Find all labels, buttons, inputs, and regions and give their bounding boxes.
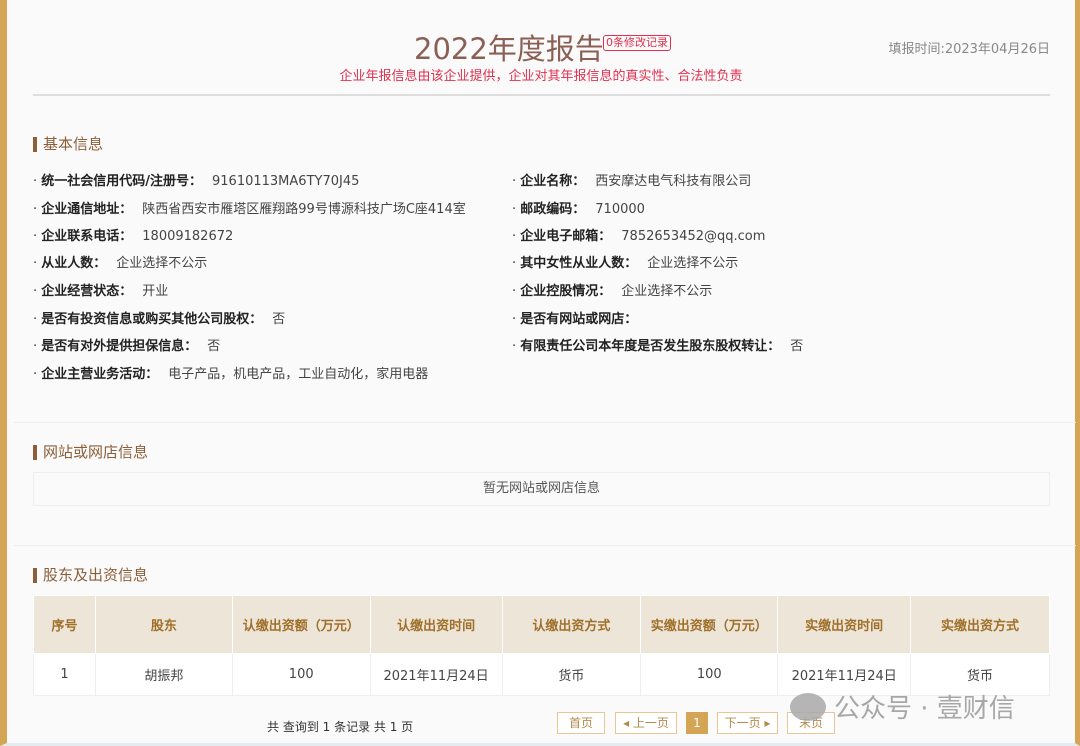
column-header: 认缴出资额（万元） — [231, 595, 371, 654]
column-header: 序号 — [33, 595, 96, 654]
divider — [14, 422, 1076, 423]
column-header: 认缴出资方式 — [501, 595, 642, 654]
info-label: 从业人数： — [41, 256, 107, 271]
info-row: · 统一社会信用代码/注册号： 91610113MA6TY70J45 — [33, 170, 359, 189]
info-value: 电子产品，机电产品，工业自动化，家用电器 — [168, 367, 429, 382]
first-page-button[interactable]: 首页 — [557, 712, 605, 734]
info-label: 其中女性从业人数： — [520, 256, 638, 271]
modification-records-link[interactable]: 0条修改记录 — [603, 35, 671, 51]
info-row: · 从业人数： 企业选择不公示 — [33, 252, 207, 271]
column-header: 实缴出资时间 — [777, 595, 912, 654]
info-value: 91610113MA6TY70J45 — [212, 174, 360, 189]
info-label: 统一社会信用代码/注册号： — [41, 174, 203, 189]
info-row: · 企业通信地址： 陕西省西安市雁塔区雁翔路99号博源科技广场C座414室 — [33, 198, 466, 217]
column-header: 股东 — [94, 595, 233, 654]
info-label: 企业联系电话： — [41, 229, 133, 244]
next-page-button[interactable]: 下一页 ▸ — [717, 712, 778, 734]
info-value: 企业选择不公示 — [116, 256, 208, 271]
table-cell: 100 — [231, 653, 371, 696]
table-cell: 2021年11月24日 — [369, 653, 503, 696]
table-cell: 1 — [33, 653, 96, 696]
info-label: 企业名称： — [520, 174, 586, 189]
info-label: 是否有对外提供担保信息： — [41, 339, 198, 354]
info-value: 开业 — [142, 284, 169, 299]
info-value: 否 — [207, 339, 221, 354]
info-value: 否 — [790, 339, 804, 354]
info-row: · 企业名称： 西安摩达电气科技有限公司 — [512, 170, 751, 189]
info-value: 否 — [272, 312, 286, 327]
info-value: 企业选择不公示 — [647, 256, 739, 271]
info-row: · 其中女性从业人数： 企业选择不公示 — [512, 252, 738, 271]
table-cell: 货币 — [501, 653, 642, 696]
info-label: 邮政编码： — [520, 202, 586, 217]
page-1-button[interactable]: 1 — [686, 712, 708, 734]
info-label: 企业主营业务活动： — [41, 367, 159, 382]
info-value: 企业选择不公示 — [621, 284, 713, 299]
disclaimer-text: 企业年报信息由该企业提供，企业对其年报信息的真实性、合法性负责 — [339, 69, 743, 84]
info-row: · 企业电子邮箱： 7852653452@qq.com — [512, 225, 765, 244]
info-label: 企业经营状态： — [41, 284, 133, 299]
info-label: 企业控股情况： — [520, 284, 612, 299]
info-value: 陕西省西安市雁塔区雁翔路99号博源科技广场C座414室 — [142, 202, 466, 217]
info-row: · 企业主营业务活动： 电子产品，机电产品，工业自动化，家用电器 — [33, 363, 428, 382]
section-basic-info: 基本信息 — [33, 137, 103, 152]
wechat-icon — [790, 692, 826, 721]
section-shareholders: 股东及出资信息 — [33, 568, 148, 583]
divider — [33, 94, 1050, 96]
info-row: · 是否有网站或网店： — [512, 308, 647, 327]
info-label: 是否有投资信息或购买其他公司股权： — [41, 312, 263, 327]
watermark-text: 公众号 · 壹财信 — [834, 694, 1015, 724]
info-value: 7852653452@qq.com — [621, 229, 766, 244]
table-cell: 100 — [640, 653, 779, 696]
info-row: · 是否有投资信息或购买其他公司股权：否 — [33, 308, 285, 327]
info-label: 企业电子邮箱： — [520, 229, 612, 244]
filled-time: 填报时间:2023年04月26日 — [888, 42, 1050, 57]
info-row: · 有限责任公司本年度是否发生股东股权转让：否 — [512, 335, 803, 354]
info-label: 有限责任公司本年度是否发生股东股权转让： — [520, 339, 781, 354]
column-header: 实缴出资方式 — [910, 595, 1050, 654]
shareholders-table: 序号 股东 认缴出资额（万元） 认缴出资时间 认缴出资方式 实缴出资额（万元） 实缴出资时间… — [33, 595, 1050, 696]
page-title: 2022年度报告 — [414, 32, 604, 66]
prev-page-button[interactable]: ◂ 上一页 — [615, 712, 677, 734]
info-row: · 是否有对外提供担保信息：否 — [33, 335, 220, 354]
info-value: 710000 — [595, 202, 645, 217]
info-value: 西安摩达电气科技有限公司 — [595, 174, 752, 189]
column-header: 认缴出资时间 — [369, 595, 503, 654]
info-row: · 企业经营状态： 开业 — [33, 280, 168, 299]
info-label: 是否有网站或网店： — [520, 312, 638, 327]
divider — [14, 545, 1076, 546]
column-header: 实缴出资额（万元） — [640, 595, 779, 654]
website-empty-message: 暂无网站或网店信息 — [33, 472, 1050, 506]
info-value: 18009182672 — [142, 229, 234, 244]
section-website: 网站或网店信息 — [33, 445, 148, 460]
info-row: · 邮政编码： 710000 — [512, 198, 645, 217]
info-row: · 企业控股情况： 企业选择不公示 — [512, 280, 712, 299]
disclaimer: 企业年报信息由该企业提供，企业对其年报信息的真实性、合法性负责 — [0, 65, 1080, 84]
info-label: 企业通信地址： — [41, 202, 133, 217]
info-row: · 企业联系电话： 18009182672 — [33, 225, 233, 244]
pagination-info: 共 查询到 1 条记录 共 1 页 — [267, 720, 414, 734]
watermark: 公众号 · 壹财信 — [790, 688, 1015, 725]
table-cell: 胡振邦 — [94, 653, 233, 696]
